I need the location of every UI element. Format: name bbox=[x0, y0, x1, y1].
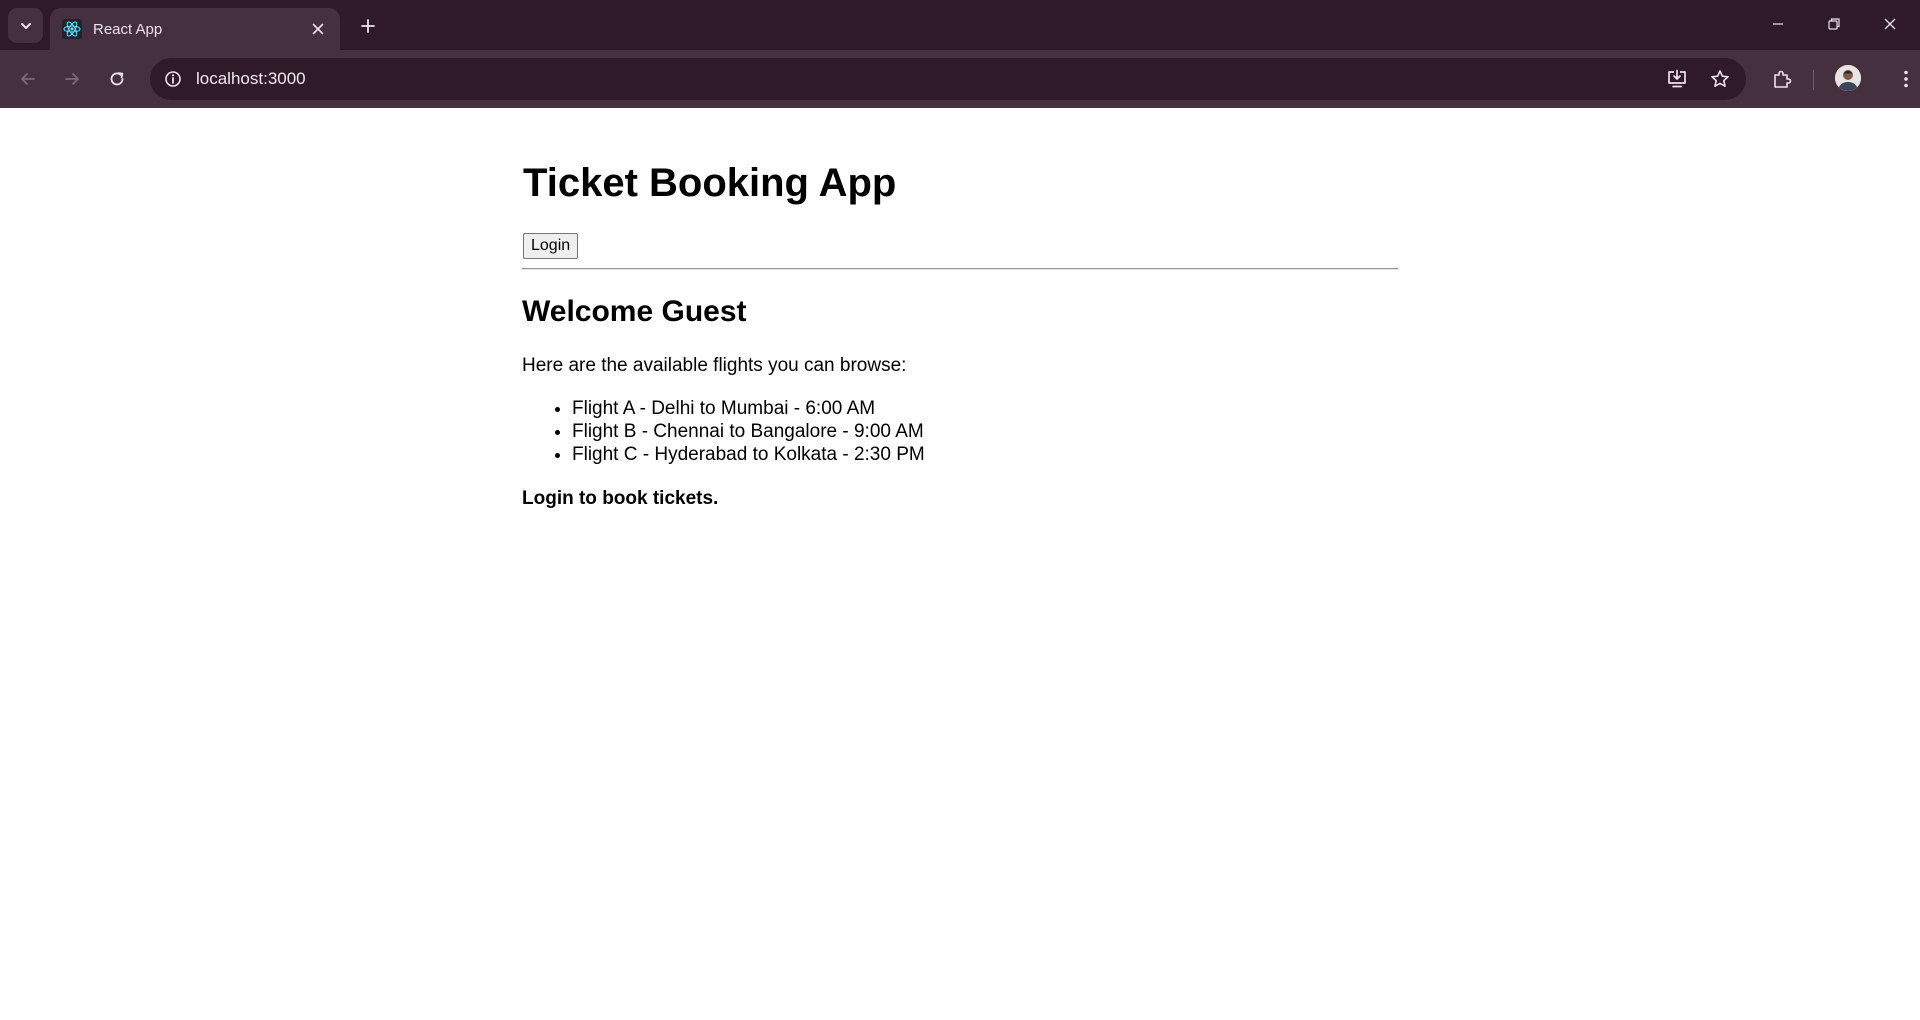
flights-intro-text: Here are the available flights you can b… bbox=[522, 355, 907, 376]
react-logo-icon bbox=[62, 19, 82, 39]
plus-icon bbox=[361, 19, 375, 33]
list-item: Flight A - Delhi to Mumbai - 6:00 AM bbox=[572, 397, 925, 420]
forward-button[interactable] bbox=[56, 63, 88, 95]
reload-button[interactable] bbox=[101, 63, 133, 95]
login-button[interactable]: Login bbox=[523, 233, 579, 259]
welcome-heading: Welcome Guest bbox=[522, 295, 747, 328]
tab-title: React App bbox=[93, 20, 163, 38]
install-app-icon bbox=[1668, 69, 1686, 88]
url-text[interactable]: localhost:3000 bbox=[196, 69, 306, 89]
close-icon bbox=[1884, 18, 1896, 30]
tab-active[interactable]: React App bbox=[50, 8, 340, 50]
browser-toolbar: localhost:3000 bbox=[0, 50, 1920, 108]
login-prompt-text: Login to book tickets. bbox=[522, 488, 719, 509]
kebab-menu-icon bbox=[1904, 70, 1908, 88]
page-viewport: Ticket Booking App Login Welcome Guest H… bbox=[0, 108, 1920, 1020]
restore-button[interactable] bbox=[1806, 0, 1862, 48]
back-arrow-icon bbox=[21, 73, 35, 85]
page-title: Ticket Booking App bbox=[523, 161, 897, 205]
close-icon bbox=[312, 23, 324, 35]
flight-list: Flight A - Delhi to Mumbai - 6:00 AM Fli… bbox=[572, 397, 925, 466]
tab-search-button[interactable] bbox=[8, 8, 43, 43]
list-item: Flight B - Chennai to Bangalore - 9:00 A… bbox=[572, 420, 925, 443]
minimize-icon bbox=[1773, 23, 1783, 25]
restore-icon bbox=[1828, 18, 1840, 30]
bookmark-button[interactable] bbox=[1705, 64, 1735, 94]
info-icon bbox=[165, 71, 181, 87]
star-icon bbox=[1711, 70, 1729, 87]
extensions-button[interactable] bbox=[1766, 63, 1798, 95]
close-window-button[interactable] bbox=[1862, 0, 1918, 48]
reload-icon bbox=[110, 72, 124, 86]
site-info-button[interactable] bbox=[158, 64, 188, 94]
tab-strip: React App bbox=[0, 0, 1920, 50]
tab-close-button[interactable] bbox=[306, 17, 330, 41]
back-button[interactable] bbox=[12, 63, 44, 95]
minimize-button[interactable] bbox=[1750, 0, 1806, 48]
avatar[interactable] bbox=[1835, 65, 1861, 91]
browser-menu-button[interactable] bbox=[1890, 63, 1920, 95]
forward-arrow-icon bbox=[65, 73, 79, 85]
toolbar-divider bbox=[1813, 70, 1814, 90]
divider bbox=[522, 268, 1398, 270]
chevron-down-icon bbox=[20, 22, 31, 29]
address-bar[interactable]: localhost:3000 bbox=[150, 58, 1746, 100]
list-item: Flight C - Hyderabad to Kolkata - 2:30 P… bbox=[572, 443, 925, 466]
puzzle-icon bbox=[1774, 70, 1792, 88]
new-tab-button[interactable] bbox=[354, 12, 382, 40]
install-app-button[interactable] bbox=[1662, 64, 1692, 94]
